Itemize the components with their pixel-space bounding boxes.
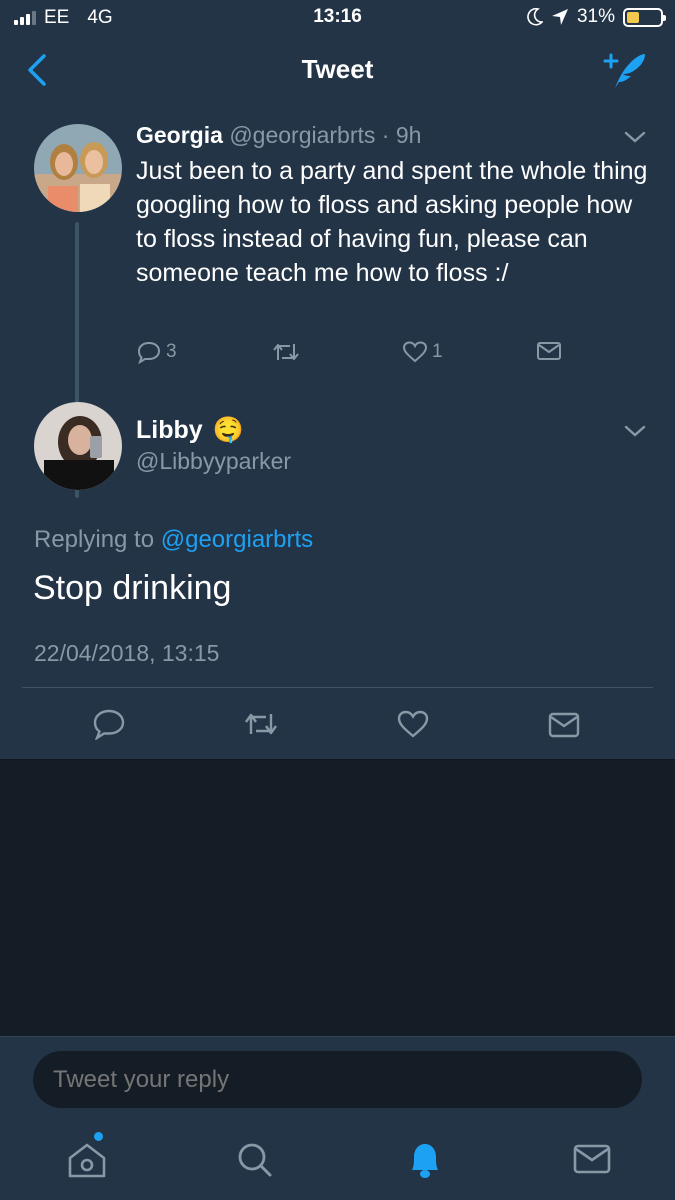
replying-prefix: Replying to (34, 526, 155, 553)
reply-actions (0, 704, 675, 744)
like-count: 1 (432, 341, 443, 362)
tweet-header: Georgia @georgiarbrts · 9h (136, 122, 421, 149)
retweet-icon (273, 344, 299, 360)
battery-icon (623, 7, 666, 27)
share-dm-button-large[interactable] (548, 711, 580, 739)
replying-to: Replying to @georgiarbrts (34, 526, 313, 554)
avatar-libby[interactable] (34, 402, 122, 490)
reply-timestamp: 22/04/2018, 13:15 (34, 640, 220, 666)
drooling-face-emoji: 🤤 (212, 416, 244, 444)
moon-icon (527, 8, 543, 26)
tab-home[interactable] (62, 1136, 112, 1182)
separator: · (381, 122, 390, 148)
reply-icon (137, 341, 161, 364)
replying-to-handle-link[interactable]: @georgiarbrts (161, 526, 313, 553)
reply-author-handle[interactable]: @Libbyyparker (136, 448, 291, 475)
tab-messages[interactable] (567, 1136, 617, 1182)
author-name[interactable]: Georgia (136, 122, 223, 148)
reply-header: Libby 🤤 (136, 416, 244, 445)
author-handle[interactable]: @georgiarbrts (229, 122, 375, 148)
divider (22, 687, 653, 688)
home-notification-dot (94, 1132, 103, 1141)
share-dm-button[interactable] (536, 340, 562, 362)
heart-icon (402, 341, 428, 363)
top-bar: EE 4G 13:16 31% Tweet (0, 0, 675, 104)
compose-tweet-button[interactable] (601, 48, 649, 92)
like-button[interactable]: 1 (402, 340, 443, 364)
retweet-button[interactable] (272, 340, 300, 364)
reply-input[interactable] (33, 1051, 642, 1108)
reply-count: 3 (166, 341, 177, 362)
page-title: Tweet (301, 54, 374, 84)
reply-author-name[interactable]: Libby (136, 416, 203, 445)
reply-composer (0, 1036, 675, 1118)
mail-icon (537, 342, 561, 360)
tab-notifications[interactable] (400, 1136, 450, 1182)
tweet-actions: 3 1 (136, 340, 576, 366)
feed-divider (0, 759, 675, 760)
battery-percent: 31% (576, 6, 615, 27)
location-arrow-icon (551, 9, 568, 25)
tweet-menu-chevron-icon[interactable] (624, 130, 646, 144)
tweet-age: 9h (395, 122, 422, 148)
reply-button-large[interactable] (92, 708, 126, 740)
tweet-text: Just been to a party and spent the whole… (136, 157, 648, 287)
reply-button[interactable]: 3 (136, 340, 177, 364)
reply-text: Stop drinking (33, 569, 232, 607)
reply-menu-chevron-icon[interactable] (624, 424, 646, 438)
tab-bar (0, 1118, 675, 1200)
tab-search[interactable] (230, 1136, 280, 1182)
status-bar: EE 4G 13:16 31% (0, 0, 675, 36)
tweet-thread: Georgia @georgiarbrts · 9h Just been to … (0, 104, 675, 760)
retweet-button-large[interactable] (243, 709, 279, 739)
avatar-georgia[interactable] (34, 124, 122, 212)
like-button-large[interactable] (396, 709, 430, 739)
navigation-bar: Tweet (0, 36, 675, 104)
